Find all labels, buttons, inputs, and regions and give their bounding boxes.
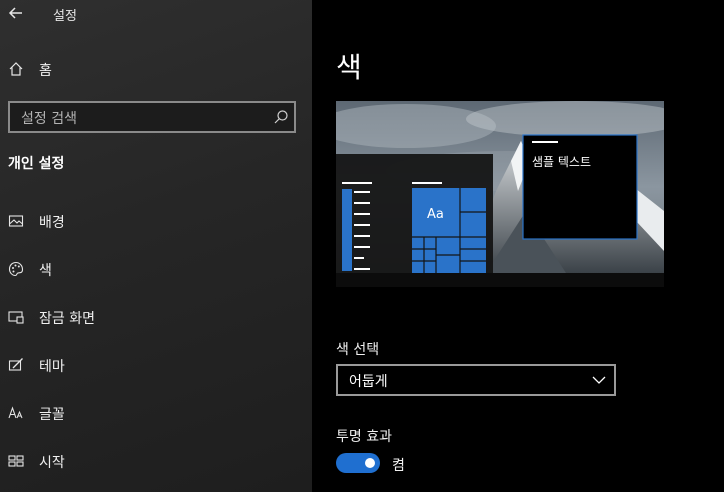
search-input[interactable]: 설정 검색 (8, 101, 296, 133)
preview-sample-text: 샘플 텍스트 (532, 155, 592, 169)
sidebar-item-label: 테마 (39, 359, 65, 375)
transparency-toggle[interactable] (336, 453, 380, 473)
sidebar-item-background[interactable]: 배경 (0, 201, 312, 241)
sidebar-item-fonts[interactable]: 글꼴 (0, 393, 312, 433)
color-select-label: 색 선택 (336, 342, 380, 358)
sidebar-item-colors[interactable]: 색 (0, 249, 312, 289)
preview-tile-text: Aa (427, 207, 444, 222)
transparency-label: 투명 효과 (336, 429, 392, 445)
toggle-knob (365, 458, 375, 468)
font-icon (8, 406, 23, 419)
picture-icon (8, 215, 24, 227)
sidebar-item-home[interactable]: 홈 (0, 49, 312, 89)
sidebar-item-label: 배경 (39, 215, 65, 231)
app-title: 설정 (53, 9, 77, 24)
start-icon (8, 455, 24, 467)
sidebar-item-themes[interactable]: 테마 (0, 345, 312, 385)
theme-preview: Aa 샘플 텍스트 (336, 101, 664, 273)
preview-tiles (412, 182, 486, 273)
toggle-state-text: 켬 (392, 458, 405, 474)
back-arrow-icon[interactable] (7, 4, 25, 22)
section-title: 개인 설정 (8, 156, 65, 172)
main-pane: 색 Aa 샘플 텍스트 색 선택 어둡게 투명 효과 켬 (312, 0, 724, 492)
sidebar-item-lock-screen[interactable]: 잠금 화면 (0, 297, 312, 337)
sidebar-item-label: 글꼴 (39, 407, 65, 423)
search-placeholder: 설정 검색 (21, 111, 77, 127)
preview-sample-window (522, 134, 638, 240)
sidebar-item-start[interactable]: 시작 (0, 441, 312, 481)
sidebar-item-label: 색 (39, 263, 52, 279)
chevron-down-icon (592, 376, 606, 384)
title-bar: 설정 (0, 0, 312, 28)
preview-wallpaper (336, 101, 664, 273)
sidebar-item-label: 잠금 화면 (39, 311, 95, 327)
palette-icon (8, 261, 24, 277)
sidebar-item-label: 시작 (39, 455, 65, 471)
lock-screen-icon (8, 311, 24, 324)
sidebar-item-label: 홈 (39, 63, 52, 79)
search-icon[interactable] (273, 109, 289, 125)
preview-taskbar (336, 273, 664, 287)
page-title: 색 (336, 51, 362, 84)
sidebar: 설정 홈 설정 검색 개인 설정 배경 색 잠금 화면 테마 글꼴 시작 (0, 0, 312, 492)
theme-icon (8, 358, 23, 371)
dropdown-value: 어둡게 (349, 374, 388, 390)
color-mode-dropdown[interactable]: 어둡게 (336, 364, 616, 396)
home-icon (9, 62, 23, 76)
